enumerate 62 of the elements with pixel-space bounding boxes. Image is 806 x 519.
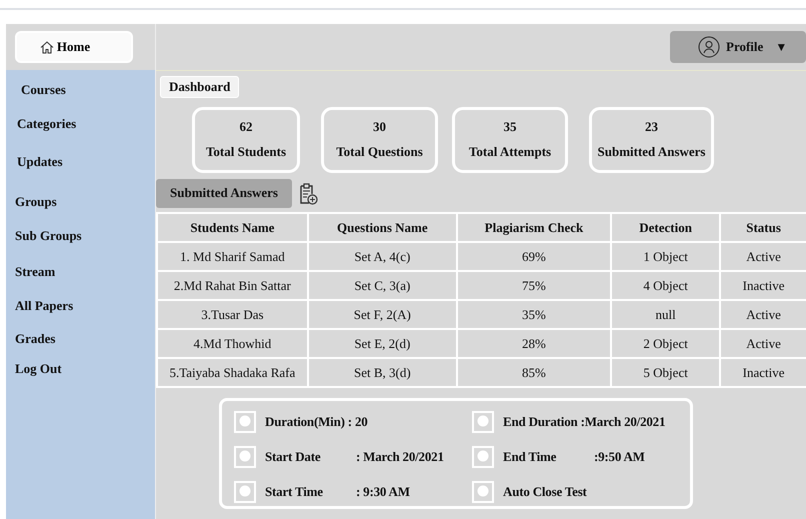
stat-value: 62	[240, 119, 252, 135]
clipboard-add-icon[interactable]	[298, 182, 318, 204]
table-cell: null	[611, 300, 720, 329]
setting-label: Start Time	[265, 484, 324, 500]
stat-value: 23	[645, 119, 658, 135]
table-cell: 5 Object	[611, 358, 720, 387]
table-cell: 1. Md Sharif Samad	[157, 242, 308, 271]
table-cell: Set F, 2(A)	[308, 300, 457, 329]
sidebar-item[interactable]: Sub Groups	[6, 228, 155, 262]
setting-label: End Duration :March 20/2021	[503, 414, 666, 430]
table-cell: 75%	[456, 271, 612, 300]
table-cell: 28%	[456, 329, 612, 358]
table-cell: Set C, 3(a)	[308, 271, 457, 300]
column-header: Students Name	[157, 213, 308, 242]
radio-square-icon[interactable]	[234, 446, 256, 468]
column-header: Status	[720, 213, 806, 242]
table-cell: Set A, 4(c)	[308, 242, 457, 271]
table-cell: 2.Md Rahat Bin Sattar	[157, 271, 308, 300]
column-header: Detection	[611, 213, 720, 242]
home-icon	[40, 40, 54, 54]
setting-label: Auto Close Test	[503, 484, 587, 500]
sidebar-item[interactable]: Categories	[6, 116, 155, 150]
radio-square-icon[interactable]	[472, 480, 494, 502]
radio-square-icon[interactable]	[472, 410, 494, 432]
table-cell: 5.Taiyaba Shadaka Rafa	[157, 358, 308, 387]
stat-label: Total Questions	[336, 144, 423, 160]
breadcrumb: Dashboard	[160, 76, 240, 98]
table-cell: 2 Object	[611, 329, 720, 358]
setting-label: Start Date	[265, 448, 322, 464]
radio-square-icon[interactable]	[234, 410, 256, 432]
sidebar-item[interactable]: Updates	[6, 154, 155, 188]
setting-value: :9:50 AM	[594, 448, 645, 464]
setting-label: End Time	[503, 448, 558, 464]
stat-label: Total Students	[206, 144, 286, 160]
table-cell: Set E, 2(d)	[308, 329, 457, 358]
table-cell: 85%	[456, 358, 612, 387]
table-cell: 35%	[456, 300, 612, 329]
column-header: Questions Name	[308, 213, 457, 242]
stat-label: Total Attempts	[468, 144, 552, 160]
radio-square-icon[interactable]	[472, 446, 494, 468]
stat-label: Submitted Answers	[598, 144, 706, 160]
setting-value: : March 20/2021	[356, 448, 444, 464]
table-cell: 3.Tusar Das	[157, 300, 308, 329]
sidebar-item[interactable]: Stream	[6, 264, 155, 298]
table-cell: 69%	[456, 242, 612, 271]
column-header: Plagiarism Check	[456, 213, 612, 242]
table-cell: 1 Object	[611, 242, 720, 271]
user-icon	[698, 36, 720, 58]
sidebar-item[interactable]: All Papers	[6, 298, 155, 332]
sidebar-item[interactable]: Courses	[6, 82, 155, 116]
table-cell: 4 Object	[611, 271, 720, 300]
stat-value: 30	[373, 119, 386, 135]
section-title: Submitted Answers	[156, 179, 292, 208]
table-cell: 4.Md Thowhid	[157, 329, 308, 358]
setting-value: : 9:30 AM	[356, 484, 410, 500]
radio-square-icon[interactable]	[234, 480, 256, 502]
sidebar-item[interactable]: Groups	[6, 194, 155, 228]
stat-value: 35	[504, 119, 516, 135]
table-cell: Set B, 3(d)	[308, 358, 457, 387]
home-button[interactable]: Home	[15, 31, 133, 63]
setting-label: Duration(Min) : 20	[265, 414, 368, 430]
profile-button[interactable]: Profile ▼	[670, 31, 806, 63]
